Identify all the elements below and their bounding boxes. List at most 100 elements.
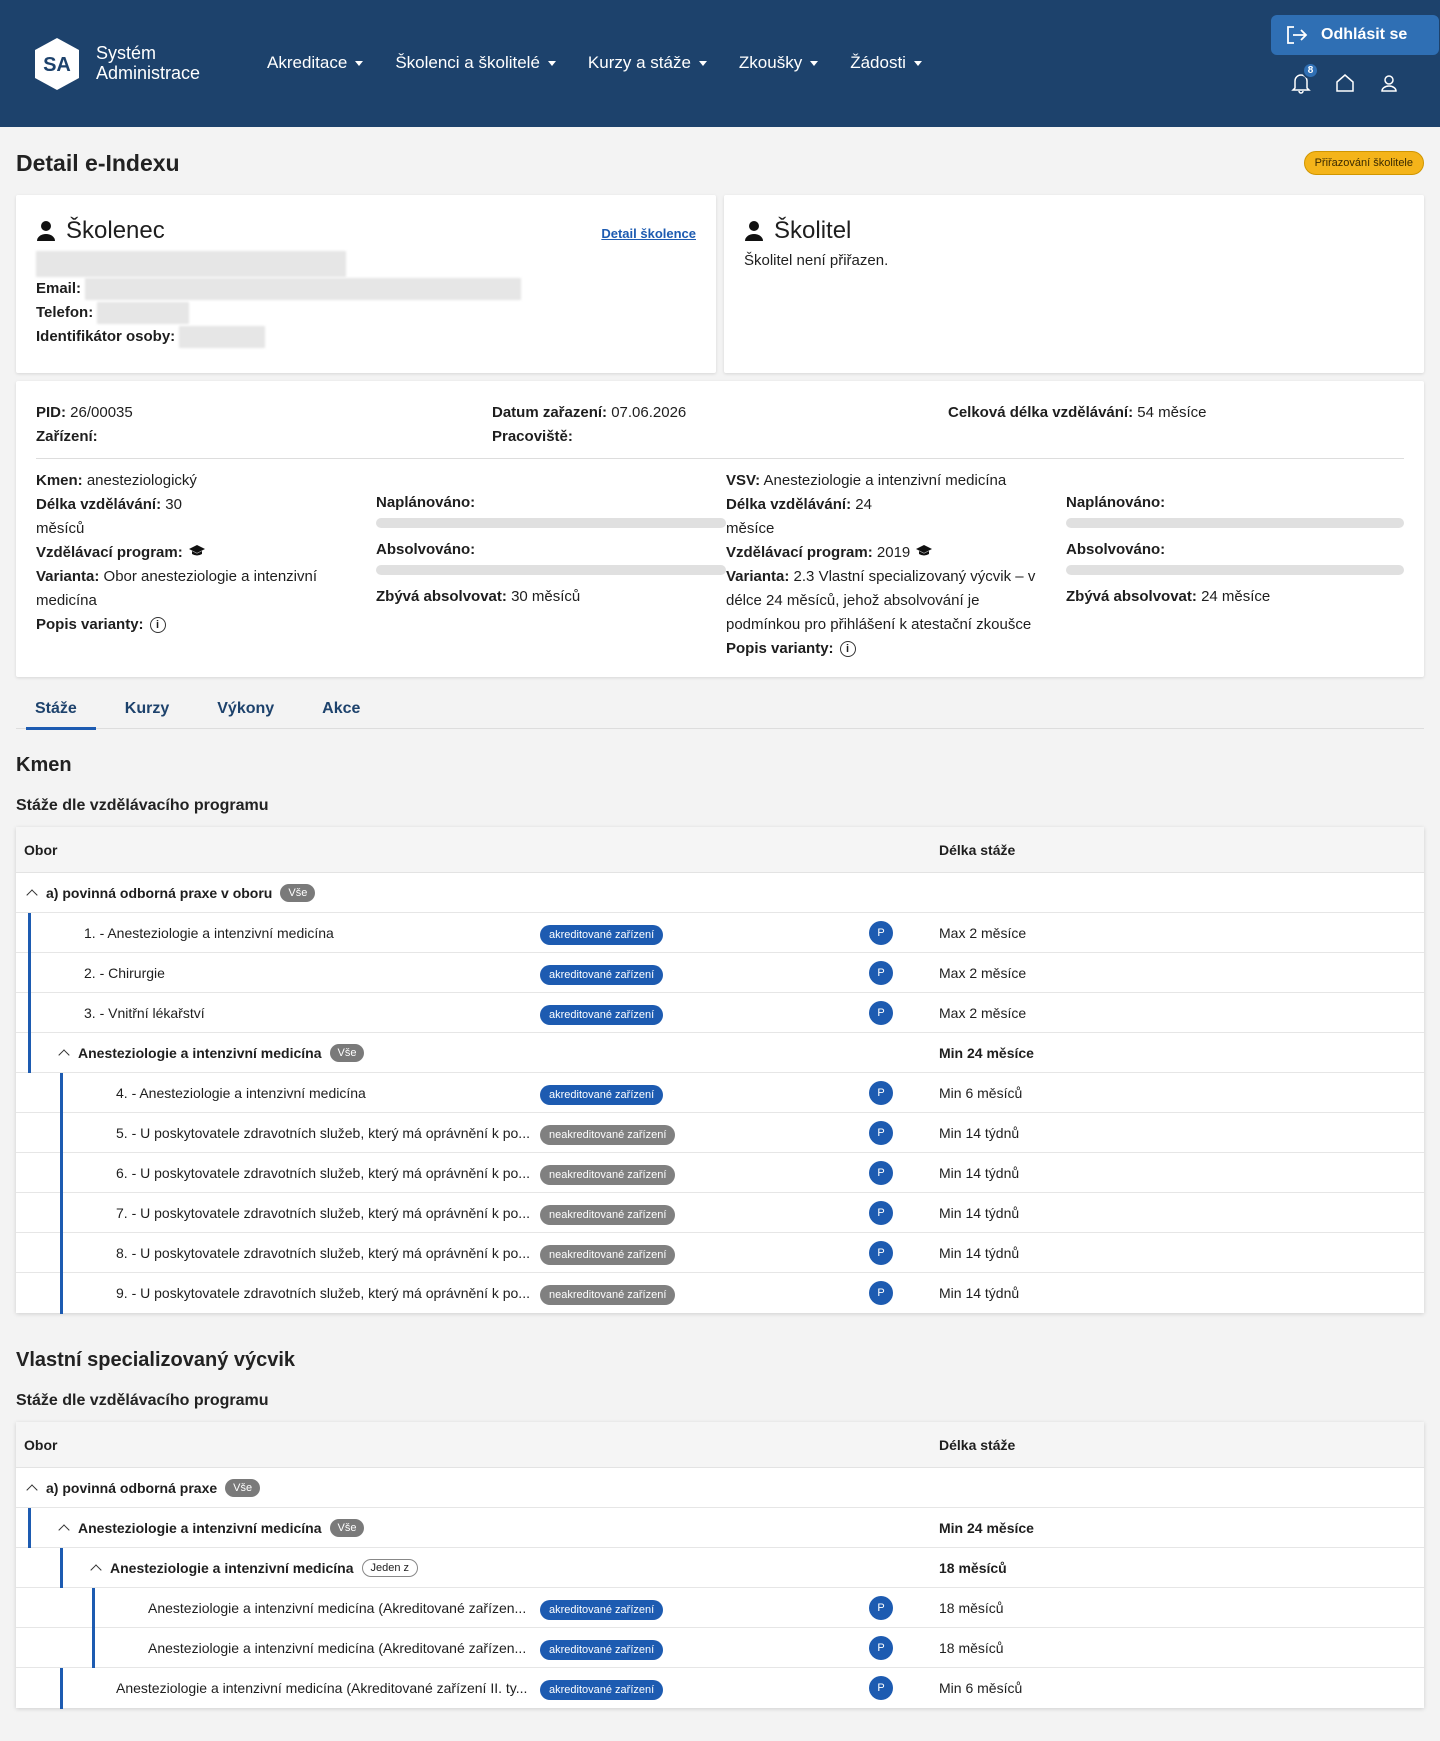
status-tag: neakreditované zařízení	[540, 1124, 676, 1145]
table-row[interactable]: 9. - U poskytovatele zdravotních služeb,…	[16, 1273, 1424, 1314]
table-row[interactable]: 1. - Anesteziologie a intenzivní medicín…	[16, 913, 1424, 953]
eindex-info-card: PID: 26/00035 Zařízení: Datum zařazení: …	[16, 381, 1424, 677]
planned-progress-bar	[1066, 518, 1404, 528]
status-tag: neakreditované zařízení	[540, 1204, 676, 1225]
logout-button[interactable]: Odhlásit se	[1271, 15, 1439, 55]
supervisor-heading: Školitel	[744, 217, 1404, 245]
status-tag: akreditované zařízení	[540, 1084, 664, 1105]
chevron-down-icon	[913, 60, 922, 66]
group-row[interactable]: a) povinná odborná praxe v oboru Vše	[16, 873, 1424, 913]
person-id-redacted	[179, 326, 266, 349]
badge-vse: Vše	[225, 1478, 261, 1497]
tab-vykony[interactable]: Výkony	[198, 689, 293, 729]
table-row[interactable]: Anesteziologie a intenzivní medicína (Ak…	[16, 1628, 1424, 1668]
info-icon[interactable]: i	[149, 617, 166, 634]
table-row[interactable]: Anesteziologie a intenzivní medicína (Ak…	[16, 1668, 1424, 1709]
info-icon[interactable]: i	[839, 641, 856, 658]
table-row[interactable]: 8. - U poskytovatele zdravotních služeb,…	[16, 1233, 1424, 1273]
p-badge: P	[869, 1635, 893, 1660]
section-subtitle: Stáže dle vzdělávacího programu	[16, 1392, 269, 1409]
group-row[interactable]: Anesteziologie a intenzivní medicína Jede…	[16, 1548, 1424, 1588]
table-header: Obor Délka stáže	[16, 1422, 1424, 1468]
notification-bell-icon[interactable]: 8	[1290, 62, 1319, 94]
chevron-down-icon	[810, 60, 819, 66]
status-tag: akreditované zařízení	[540, 1599, 664, 1620]
group-row[interactable]: a) povinná odborná praxe Vše	[16, 1468, 1424, 1508]
p-badge: P	[869, 960, 893, 985]
chevron-down-icon	[698, 60, 707, 66]
graduation-cap-icon	[188, 541, 205, 565]
nav-kurzy[interactable]: Kurzy a stáže	[588, 53, 707, 73]
badge-vse: Vše	[329, 1518, 365, 1537]
nav-skolenci[interactable]: Školenci a školitelé	[395, 53, 556, 73]
completed-progress-bar	[376, 565, 726, 575]
supervisor-text: Školitel není přiřazen.	[744, 252, 889, 269]
main-menu: Akreditace Školenci a školitelé Kurzy a …	[267, 53, 954, 73]
table-row[interactable]: 4. - Anesteziologie a intenzivní medicín…	[16, 1073, 1424, 1113]
group-row[interactable]: Anesteziologie a intenzivní medicína Vše …	[16, 1033, 1424, 1073]
p-badge: P	[869, 1595, 893, 1620]
tab-kurzy[interactable]: Kurzy	[106, 689, 188, 729]
notification-count-badge: 8	[1302, 62, 1319, 79]
status-tag: neakreditované zařízení	[540, 1244, 676, 1265]
stays-table-kmen: Obor Délka stáže a) povinná odborná prax…	[16, 827, 1424, 1314]
home-icon[interactable]	[1334, 72, 1356, 94]
status-tag: akreditované zařízení	[540, 1639, 664, 1660]
p-badge: P	[869, 1676, 893, 1700]
section-title-kmen: Kmen	[16, 754, 72, 776]
status-tag: akreditované zařízení	[540, 1004, 664, 1025]
app-title: Systém Administrace	[96, 43, 201, 83]
p-badge: P	[869, 1160, 893, 1185]
planned-progress-bar	[376, 518, 726, 528]
trainee-heading: Školenec	[36, 217, 696, 245]
tab-akce[interactable]: Akce	[303, 689, 379, 729]
p-badge: P	[869, 1240, 893, 1265]
chevron-up-icon[interactable]	[58, 1523, 70, 1536]
chevron-up-icon[interactable]	[26, 1483, 38, 1496]
badge-vse: Vše	[329, 1043, 365, 1062]
tab-staze[interactable]: Stáže	[16, 689, 96, 730]
status-tag: akreditované zařízení	[540, 1680, 664, 1700]
user-profile-icon[interactable]	[1378, 72, 1400, 94]
table-header: Obor Délka stáže	[16, 827, 1424, 873]
table-row[interactable]: 3. - Vnitřní lékařství akreditované zaří…	[16, 993, 1424, 1033]
chevron-up-icon[interactable]	[26, 888, 38, 901]
email-redacted	[85, 278, 522, 301]
stays-table-vsv: Obor Délka stáže a) povinná odborná prax…	[16, 1422, 1424, 1709]
p-badge: P	[869, 1281, 893, 1305]
status-tag: neakreditované zařízení	[540, 1164, 676, 1185]
table-row[interactable]: 5. - U poskytovatele zdravotních služeb,…	[16, 1113, 1424, 1153]
trainee-name-redacted	[36, 251, 346, 277]
table-row[interactable]: 6. - U poskytovatele zdravotních služeb,…	[16, 1153, 1424, 1193]
phone-redacted	[97, 302, 190, 325]
section-title-vsv: Vlastní specializovaný výcvik	[16, 1349, 296, 1371]
page-title: Detail e-Indexu	[16, 150, 180, 176]
group-row[interactable]: Anesteziologie a intenzivní medicína Vše …	[16, 1508, 1424, 1548]
badge-vse: Vše	[280, 883, 316, 902]
person-icon	[745, 221, 763, 241]
table-row[interactable]: 2. - Chirurgie akreditované zařízení P M…	[16, 953, 1424, 993]
status-tag: akreditované zařízení	[540, 964, 664, 985]
app-logo[interactable]: SA	[33, 36, 81, 92]
table-row[interactable]: 7. - U poskytovatele zdravotních služeb,…	[16, 1193, 1424, 1233]
svg-text:SA: SA	[43, 54, 71, 76]
p-badge: P	[869, 1000, 893, 1025]
completed-progress-bar	[1066, 565, 1404, 575]
nav-zadosti[interactable]: Žádosti	[850, 53, 922, 73]
nav-zkousky[interactable]: Zkoušky	[739, 53, 819, 73]
table-row[interactable]: Anesteziologie a intenzivní medicína (Ak…	[16, 1588, 1424, 1628]
content-tabs: Stáže Kurzy Výkony Akce	[16, 689, 1424, 730]
status-tag: akreditované zařízení	[540, 924, 664, 945]
badge-jeden-z: Jeden z	[361, 1558, 419, 1577]
p-badge: P	[869, 920, 893, 945]
p-badge: P	[869, 1120, 893, 1145]
chevron-up-icon[interactable]	[90, 1563, 102, 1576]
logout-icon	[1287, 26, 1308, 44]
status-tag: neakreditované zařízení	[540, 1285, 676, 1305]
nav-akreditace[interactable]: Akreditace	[267, 53, 364, 73]
p-badge: P	[869, 1200, 893, 1225]
trainee-detail-link[interactable]: Detail školence	[601, 226, 696, 241]
chevron-up-icon[interactable]	[58, 1048, 70, 1061]
person-icon	[37, 221, 55, 241]
section-subtitle: Stáže dle vzdělávacího programu	[16, 797, 269, 814]
